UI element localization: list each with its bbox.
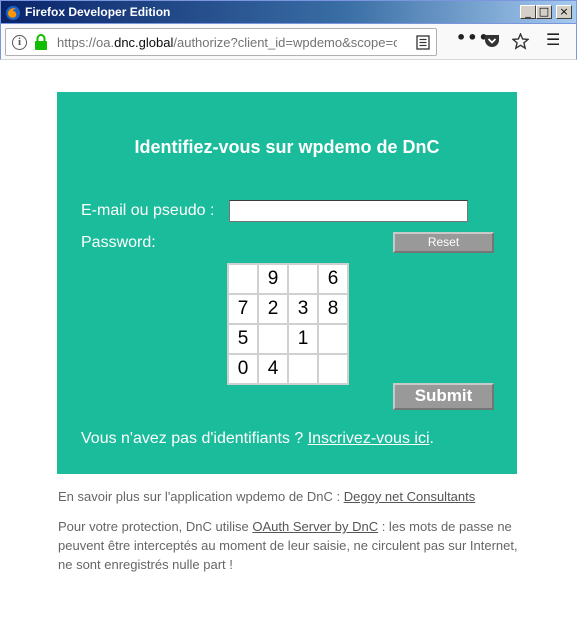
- protection-prefix: Pour votre protection, DnC utilise: [58, 519, 253, 534]
- submit-button[interactable]: Submit: [393, 383, 494, 410]
- keypad-key[interactable]: 4: [258, 354, 288, 384]
- keypad-key[interactable]: 2: [258, 294, 288, 324]
- protection-text: Pour votre protection, DnC utilise OAuth…: [58, 517, 528, 574]
- window-titlebar: Firefox Developer Edition _ □ ×: [0, 0, 577, 24]
- login-panel: Identifiez-vous sur wpdemo de DnC E-mail…: [57, 92, 517, 474]
- address-bar[interactable]: i https://oa.dnc.global/authorize?client…: [5, 28, 437, 56]
- degoy-link[interactable]: Degoy net Consultants: [344, 489, 476, 504]
- signup-link[interactable]: Inscrivez-vous ici: [308, 430, 430, 447]
- url-text[interactable]: https://oa.dnc.global/authorize?client_i…: [57, 35, 397, 50]
- keypad-key[interactable]: 9: [258, 264, 288, 294]
- keypad-key[interactable]: 0: [228, 354, 258, 384]
- bookmark-star-icon[interactable]: [512, 33, 529, 50]
- keypad-key[interactable]: [288, 354, 318, 384]
- keypad-key[interactable]: 1: [288, 324, 318, 354]
- pocket-icon[interactable]: [484, 33, 500, 49]
- keypad-key[interactable]: 3: [288, 294, 318, 324]
- keypad-key[interactable]: 8: [318, 294, 348, 324]
- browser-toolbar: i https://oa.dnc.global/authorize?client…: [0, 24, 577, 60]
- signup-line: Vous n'avez pas d'identifiants ? Inscriv…: [81, 430, 434, 448]
- login-title: Identifiez-vous sur wpdemo de DnC: [134, 137, 440, 157]
- no-account-text: Vous n'avez pas d'identifiants ?: [81, 430, 308, 447]
- page-content: Identifiez-vous sur wpdemo de DnC E-mail…: [0, 61, 577, 621]
- keypad-key[interactable]: [228, 264, 258, 294]
- password-label: Password:: [81, 234, 156, 251]
- info-icon[interactable]: i: [12, 35, 27, 50]
- keypad-key[interactable]: 5: [228, 324, 258, 354]
- url-path: /authorize?client_id=wpdemo&scope=o: [173, 35, 397, 50]
- keypad-key[interactable]: 6: [318, 264, 348, 294]
- signup-suffix: .: [429, 430, 434, 447]
- lock-icon[interactable]: [34, 34, 48, 51]
- maximize-button[interactable]: □: [536, 5, 552, 19]
- reset-button[interactable]: Reset: [393, 232, 494, 253]
- url-domain: dnc.global: [114, 35, 174, 50]
- firefox-logo-icon: [6, 6, 20, 20]
- oauth-server-link[interactable]: OAuth Server by DnC: [252, 519, 378, 534]
- hamburger-menu-icon[interactable]: ☰: [546, 30, 560, 49]
- window-title: Firefox Developer Edition: [25, 5, 171, 19]
- password-keypad: 9 6 7 2 3 8 5 1 0 4: [227, 263, 349, 385]
- about-label: En savoir plus sur l'application wpdemo …: [58, 489, 344, 504]
- email-label: E-mail ou pseudo :: [81, 202, 215, 219]
- keypad-key[interactable]: [318, 354, 348, 384]
- reader-view-icon[interactable]: [416, 35, 430, 50]
- keypad-key[interactable]: [288, 264, 318, 294]
- url-prefix: https://oa.: [57, 35, 115, 50]
- keypad-key[interactable]: [258, 324, 288, 354]
- keypad-key[interactable]: 7: [228, 294, 258, 324]
- keypad-key[interactable]: [318, 324, 348, 354]
- minimize-button[interactable]: _: [520, 5, 536, 19]
- about-text: En savoir plus sur l'application wpdemo …: [58, 487, 528, 506]
- email-field[interactable]: [229, 200, 468, 222]
- close-button[interactable]: ×: [556, 5, 572, 19]
